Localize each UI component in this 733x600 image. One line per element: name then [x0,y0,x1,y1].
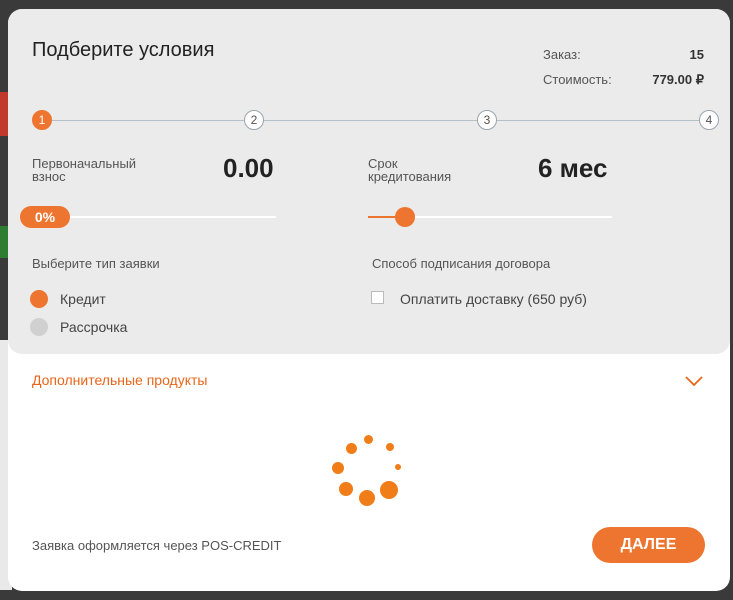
delivery-payment-checkbox[interactable] [371,291,384,304]
radio-credit-label[interactable]: Кредит [60,291,106,307]
spinner-dot [359,490,375,506]
cost-value: 779.00 ₽ [652,72,704,87]
next-button[interactable]: ДАЛЕЕ [592,527,705,563]
down-payment-slider-handle[interactable]: 0% [20,206,70,228]
spinner-dot [386,443,394,451]
credit-conditions-modal: Подберите условия Заказ: 15 Стоимость: 7… [8,9,730,591]
credit-term-value: 6 мес [538,153,608,183]
step-4[interactable]: 4 [699,110,719,130]
background-page-strip [0,226,8,258]
step-1[interactable]: 1 [32,110,52,130]
modal-title: Подберите условия [32,39,215,61]
cost-label: Стоимость: [543,72,612,87]
spinner-dot [346,443,357,454]
delivery-payment-label[interactable]: Оплатить доставку (650 руб) [400,291,587,307]
spinner-dot [332,462,344,474]
background-page-strip [0,92,8,136]
step-2[interactable]: 2 [244,110,264,130]
credit-term-slider-handle[interactable] [394,207,415,227]
down-payment-label: Первоначальный взнос [32,156,137,184]
pos-credit-note: Заявка оформляется через POS-CREDIT [32,538,282,553]
spinner-dot [339,482,353,496]
radio-installment[interactable] [30,318,48,336]
chevron-down-icon[interactable] [684,374,704,388]
spinner-dot [364,435,373,444]
conditions-panel: Подберите условия Заказ: 15 Стоимость: 7… [8,9,730,354]
down-payment-value: 0.00 [223,153,274,183]
stepper-line [44,120,712,121]
spinner-dot [380,481,398,499]
step-3[interactable]: 3 [477,110,497,130]
credit-term-label: Срок кредитования [368,156,452,184]
order-value: 15 [689,47,704,62]
order-label: Заказ: [543,47,581,62]
spinner-dot [395,464,401,470]
signing-method-label: Способ подписания договора [372,256,551,271]
loading-spinner-icon [324,429,424,529]
radio-credit[interactable] [30,290,48,308]
radio-installment-label[interactable]: Рассрочка [60,319,127,335]
application-type-label: Выберите тип заявки [32,256,160,271]
additional-products-toggle[interactable]: Дополнительные продукты [32,372,208,388]
